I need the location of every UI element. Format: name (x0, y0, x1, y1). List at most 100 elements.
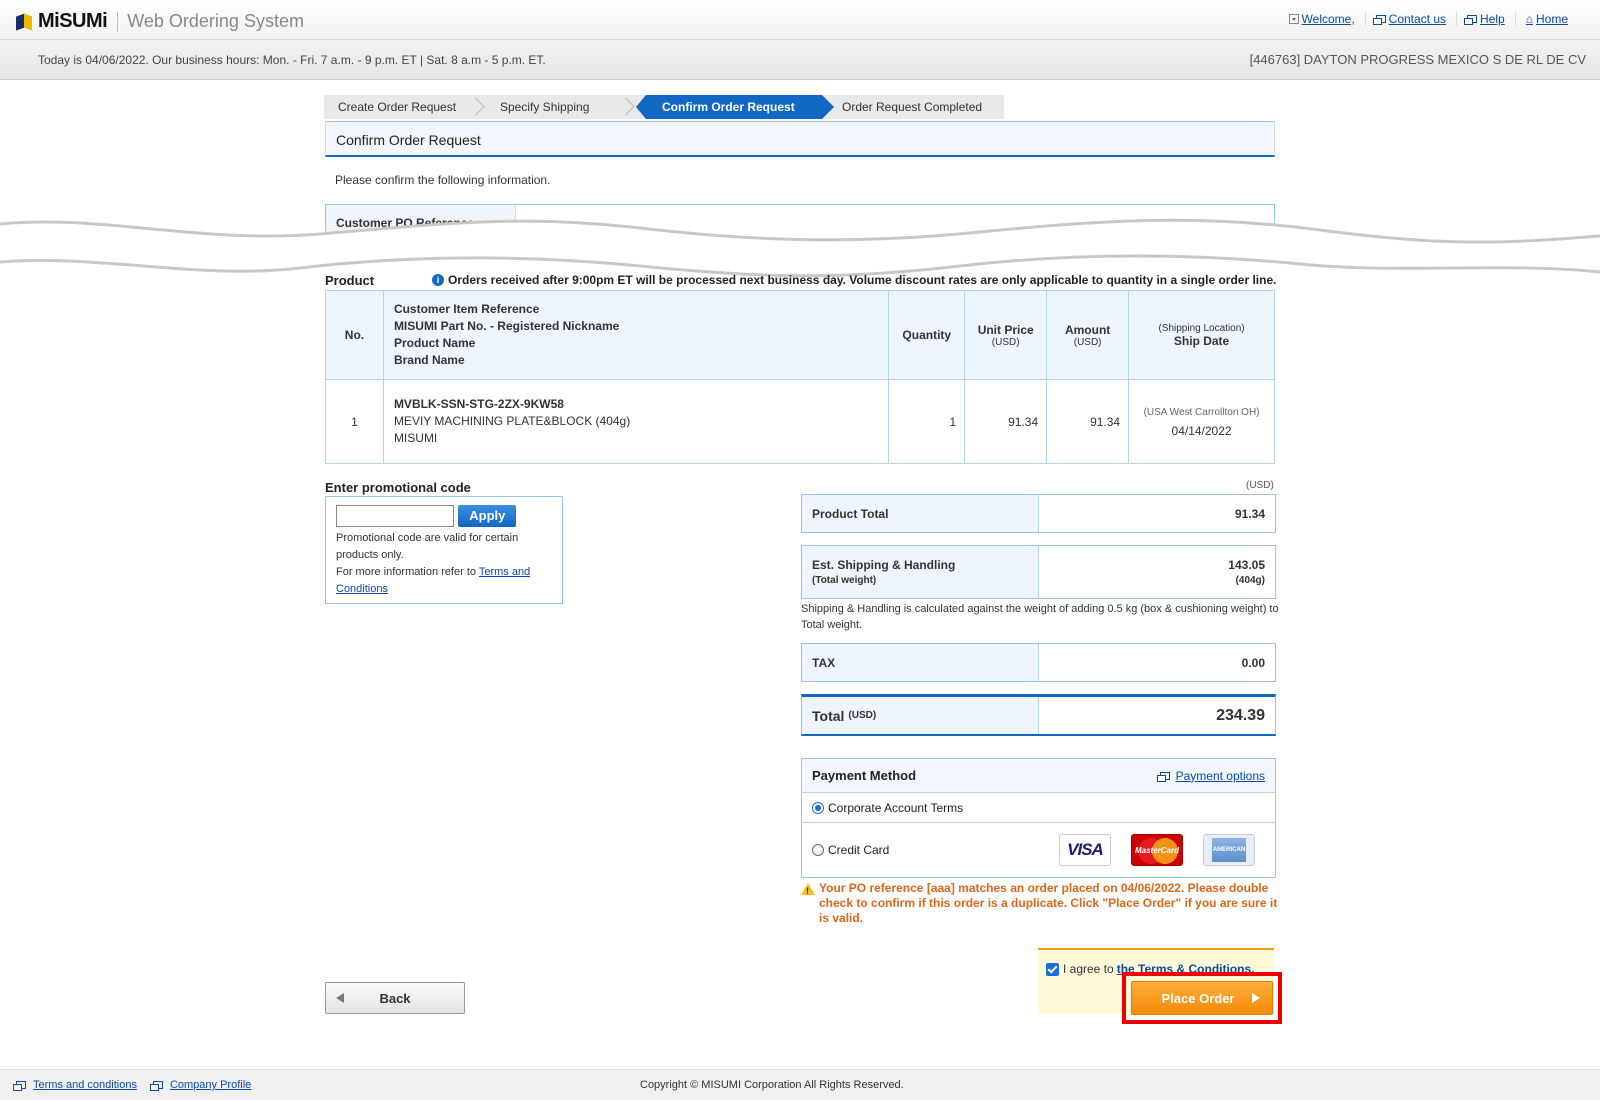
tax-row: TAX 0.00 (801, 643, 1276, 682)
total-label-cell: Total (USD) (802, 697, 1039, 734)
help-label: Help (1480, 12, 1505, 26)
card-logos: VISA MasterCard AMERICAN EXPRESS (1039, 834, 1255, 877)
row-description: MVBLK-SSN-STG-2ZX-9KW58 MEVIY MACHINING … (382, 379, 890, 464)
page-title: Confirm Order Request (325, 121, 1275, 157)
business-hours-text: Today is 04/06/2022. Our business hours:… (38, 53, 546, 67)
col-desc-line: Product Name (393, 336, 476, 350)
mastercard-icon: MasterCard (1131, 834, 1183, 866)
product-note-text: Orders received after 9:00pm ET will be … (448, 273, 1277, 287)
product-note: i Orders received after 9:00pm ET will b… (432, 273, 1276, 287)
promo-box: Apply Promotional code are valid for cer… (325, 496, 563, 604)
product-table: No. Customer Item Reference MISUMI Part … (325, 290, 1275, 464)
product-total-label: Product Total (802, 495, 1039, 532)
product-total-value: 91.34 (1234, 506, 1265, 521)
footer: Terms and conditions Company Profile Cop… (0, 1069, 1600, 1100)
ship-date: 04/14/2022 (1171, 423, 1232, 438)
currency-note: (USD) (1246, 480, 1274, 491)
part-number: MVBLK-SSN-STG-2ZX-9KW58 (393, 397, 564, 411)
payment-title: Payment Method (812, 768, 917, 783)
col-no: No. (325, 290, 384, 380)
product-section-title: Product (325, 273, 375, 288)
corporate-label: Corporate Account Terms (828, 800, 964, 815)
step-create-order: Create Order Request (324, 95, 486, 119)
row-no: 1 (325, 379, 384, 464)
shipping-note: Shipping & Handling is calculated agains… (801, 603, 1279, 631)
warning-icon (801, 883, 815, 899)
order-progress-steps: Create Order Request Specify Shipping Co… (324, 95, 1004, 119)
corporate-radio[interactable] (812, 801, 824, 814)
col-amount: Amount (USD) (1046, 290, 1130, 380)
footer-terms-link[interactable]: Terms and conditions (13, 1079, 137, 1091)
col-desc-line: Brand Name (393, 353, 465, 367)
credit-card-option[interactable]: Credit Card VISA MasterCard AMERICAN EXP… (802, 823, 1275, 877)
apply-button[interactable]: Apply (458, 505, 517, 527)
top-header: MiSUMi Web Ordering System Welcome, Cont… (0, 0, 1600, 40)
new-window-icon (1156, 771, 1170, 782)
confirm-instruction: Please confirm the following information… (335, 173, 551, 187)
tax-value: 0.00 (1241, 655, 1265, 670)
info-bar: Today is 04/06/2022. Our business hours:… (0, 40, 1600, 80)
help-link[interactable]: Help (1456, 12, 1515, 26)
col-unit-price-label: Unit Price (977, 322, 1034, 337)
product-total-row: Product Total 91.34 (801, 494, 1276, 533)
brand-name: MiSUMi (38, 10, 108, 32)
col-currency: (USD) (1073, 336, 1102, 348)
new-window-icon (1372, 15, 1386, 25)
table-row: 1 MVBLK-SSN-STG-2ZX-9KW58 MEVIY MACHININ… (325, 379, 1275, 464)
step-order-completed: Order Request Completed (822, 95, 1004, 119)
welcome-label: Welcome, (1301, 12, 1355, 26)
total-value: 234.39 (1216, 706, 1265, 724)
total-unit: (USD) (848, 710, 877, 721)
copyright: Copyright © MISUMI Corporation All Right… (640, 1079, 904, 1091)
col-desc-line: Customer Item Reference (393, 302, 540, 316)
new-window-icon (13, 1081, 26, 1091)
agree-text: I agree to (1063, 962, 1114, 976)
payment-header: Payment Method Payment options (802, 759, 1275, 793)
amex-logo-text: AMERICAN EXPRESS (1212, 838, 1246, 877)
row-amount: 91.34 (1046, 379, 1130, 464)
promo-note: Promotional code are valid for certain p… (336, 530, 552, 598)
row-quantity: 1 (888, 379, 966, 464)
dropdown-icon (1288, 14, 1299, 24)
home-link[interactable]: ⌂ Home (1514, 12, 1578, 26)
brand-name: MISUMI (393, 431, 438, 445)
welcome-link[interactable]: Welcome, (1279, 12, 1365, 26)
product-name: MEVIY MACHINING PLATE&BLOCK (404g) (393, 414, 631, 428)
footer-company-link[interactable]: Company Profile (149, 1079, 251, 1091)
footer-links: Terms and conditions Company Profile (13, 1079, 267, 1091)
credit-card-radio[interactable] (812, 844, 824, 856)
col-ship-location: (Shipping Location) (1158, 322, 1245, 334)
back-button[interactable]: Back (325, 982, 465, 1014)
col-quantity: Quantity (888, 290, 966, 380)
shipping-sublabel: (Total weight) (812, 575, 877, 586)
agree-checkbox[interactable] (1046, 962, 1059, 976)
visa-logo-text: VISA (1067, 840, 1104, 859)
home-icon: ⌂ (1525, 12, 1533, 26)
payment-options-link[interactable]: Payment options (1156, 769, 1265, 783)
logo-mark-icon (14, 12, 34, 32)
info-icon: i (432, 274, 444, 286)
misumi-logo[interactable]: MiSUMi Web Ordering System (14, 10, 304, 33)
grand-total-row: Total (USD) 234.39 (801, 694, 1276, 736)
col-amount-label: Amount (1064, 322, 1111, 337)
row-unit-price: 91.34 (964, 379, 1048, 464)
promo-note-line1: Promotional code are valid for certain p… (336, 532, 519, 561)
play-arrow-icon (1252, 993, 1260, 1003)
place-order-button[interactable]: Place Order (1131, 981, 1273, 1015)
promo-code-input[interactable] (336, 505, 454, 527)
row-ship-info: (USA West Carrollton OH) 04/14/2022 (1128, 379, 1275, 464)
place-order-label: Place Order (1161, 990, 1235, 1006)
top-links: Welcome, Contact us Help ⌂ Home (1279, 12, 1578, 26)
mastercard-logo-text: MasterCard (1134, 845, 1179, 855)
shipping-value-cell: 143.05 (404g) (1039, 546, 1275, 598)
corporate-account-option[interactable]: Corporate Account Terms (802, 793, 1275, 823)
total-label: Total (812, 707, 845, 724)
col-unit-price: Unit Price (USD) (964, 290, 1048, 380)
contact-link[interactable]: Contact us (1364, 12, 1456, 26)
footer-terms-label: Terms and conditions (33, 1079, 137, 1091)
account-name: [446763] DAYTON PROGRESS MEXICO S DE RL … (1249, 52, 1586, 67)
shipping-weight: (404g) (1235, 575, 1265, 586)
shipping-label: Est. Shipping & Handling (812, 558, 956, 572)
back-label: Back (379, 990, 411, 1006)
duplicate-po-warning: Your PO reference [aaa] matches an order… (801, 881, 1281, 926)
